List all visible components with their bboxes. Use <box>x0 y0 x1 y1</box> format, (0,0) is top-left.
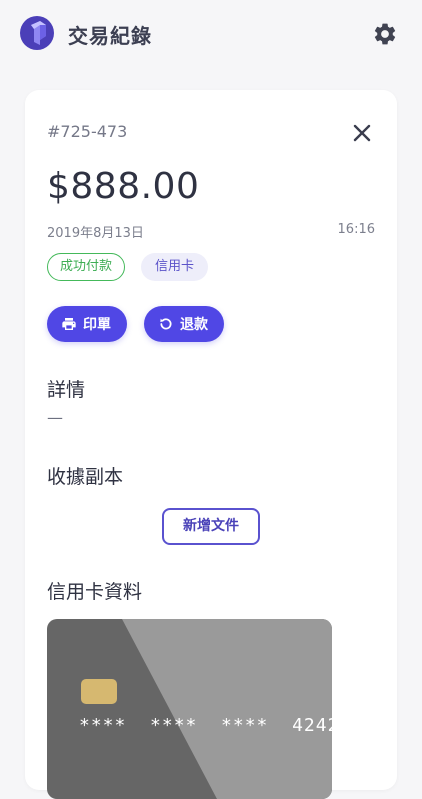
print-button[interactable]: 印單 <box>47 306 127 342</box>
transaction-amount: $888.00 <box>47 166 200 207</box>
card-number: **** **** **** 4242 <box>79 715 332 736</box>
order-id: #725-473 <box>47 122 128 141</box>
print-button-label: 印單 <box>83 317 111 333</box>
transaction-time: 16:16 <box>337 222 375 237</box>
refund-button-label: 退款 <box>180 317 208 333</box>
receipt-heading: 收據副本 <box>47 466 124 488</box>
page-title: 交易紀錄 <box>68 24 152 48</box>
credit-card: **** **** **** 4242 <box>47 619 332 799</box>
printer-icon <box>61 316 77 332</box>
add-file-button[interactable]: 新增文件 <box>162 508 260 545</box>
gear-icon[interactable] <box>372 21 398 47</box>
payment-method-badge: 信用卡 <box>141 253 209 281</box>
transaction-date: 2019年8月13日 <box>47 226 144 241</box>
status-badge: 成功付款 <box>47 253 126 281</box>
transaction-card: #725-473 $888.00 2019年8月13日 16:16 成功付款 信… <box>25 90 397 799</box>
card-chip-icon <box>81 679 117 704</box>
close-icon[interactable] <box>351 122 373 144</box>
card-info-heading: 信用卡資料 <box>47 581 143 603</box>
details-heading: 詳情 <box>47 379 86 401</box>
brand-logo <box>20 16 54 50</box>
refund-button[interactable]: 退款 <box>144 306 224 342</box>
undo-icon <box>158 316 174 332</box>
details-value: — <box>47 408 63 427</box>
app-header: 交易紀錄 <box>0 0 422 68</box>
